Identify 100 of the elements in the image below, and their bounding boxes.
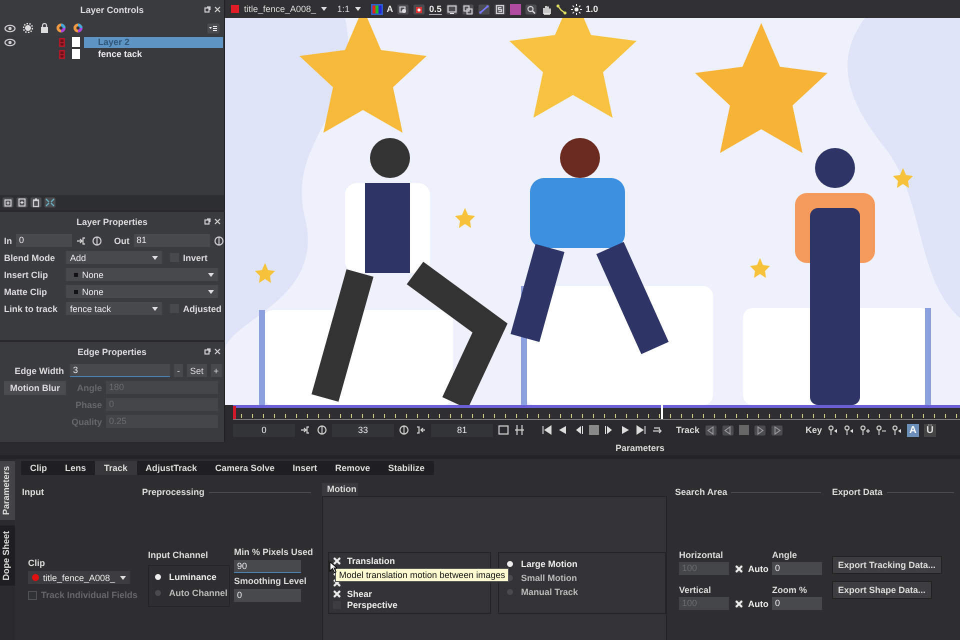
- set-in-icon[interactable]: [300, 425, 312, 435]
- dropdown[interactable]: None: [66, 268, 218, 281]
- motion-blur-button[interactable]: Motion Blur: [4, 380, 66, 394]
- set-in-icon[interactable]: [76, 236, 88, 246]
- input-field[interactable]: 0: [16, 234, 72, 247]
- lock-icon[interactable]: [40, 23, 49, 33]
- side-tab[interactable]: Parameters: [0, 461, 15, 520]
- tab[interactable]: Stabilize: [379, 461, 434, 475]
- new-layer-icon[interactable]: [2, 197, 14, 208]
- motion-tab[interactable]: Motion: [322, 483, 358, 496]
- close-icon[interactable]: [214, 348, 221, 355]
- skip-end-icon[interactable]: [636, 425, 647, 435]
- input-field[interactable]: 3: [70, 364, 170, 377]
- tab[interactable]: Camera Solve: [206, 461, 284, 475]
- track-step-back-icon[interactable]: [722, 424, 734, 436]
- node-path-icon[interactable]: [556, 4, 567, 14]
- export-button[interactable]: Export Tracking Data...: [832, 556, 942, 574]
- key-remove-icon[interactable]: [875, 425, 886, 435]
- step-button[interactable]: Set: [187, 364, 207, 377]
- zoom-dropdown[interactable]: 1:1: [337, 4, 367, 14]
- color-wheel-icon[interactable]: [56, 23, 66, 33]
- fit-icon[interactable]: [44, 197, 56, 208]
- radio-button[interactable]: [155, 590, 161, 596]
- eye-icon[interactable]: [4, 24, 16, 32]
- in-point-icon[interactable]: [92, 236, 102, 246]
- key-toggle[interactable]: Ü: [924, 424, 936, 436]
- input-field[interactable]: 81: [134, 234, 210, 247]
- alpha-channel-button[interactable]: A: [386, 4, 394, 14]
- input-field[interactable]: 90: [234, 560, 301, 573]
- color-swatch-icon[interactable]: [510, 4, 521, 14]
- loop-icon[interactable]: [652, 425, 663, 435]
- float-icon[interactable]: [204, 218, 211, 225]
- opacity-value[interactable]: 0.5: [429, 4, 442, 14]
- tab[interactable]: AdjustTrack: [136, 461, 206, 475]
- hand-icon[interactable]: [540, 4, 552, 14]
- radio-button[interactable]: [155, 574, 161, 580]
- side-tab[interactable]: Dope Sheet: [0, 526, 15, 586]
- clip-dropdown[interactable]: title_fence_A008_: [28, 571, 130, 584]
- play-reverse-icon[interactable]: [557, 425, 568, 435]
- track-step-forward-icon[interactable]: [754, 424, 766, 436]
- float-icon[interactable]: [204, 348, 211, 355]
- fit-range-icon[interactable]: [498, 425, 509, 435]
- tab[interactable]: Lens: [56, 461, 96, 475]
- add-layer-icon[interactable]: [16, 197, 28, 208]
- step-button[interactable]: -: [174, 364, 183, 377]
- range-icon[interactable]: [514, 425, 525, 435]
- radio-button[interactable]: [506, 561, 513, 567]
- key-next-icon[interactable]: [843, 425, 854, 435]
- mask-icon[interactable]: [413, 4, 426, 14]
- input-field[interactable]: 0: [772, 562, 822, 575]
- key-prev-icon[interactable]: [827, 425, 838, 435]
- color-swatch[interactable]: [72, 49, 80, 59]
- export-button[interactable]: Export Shape Data...: [832, 581, 932, 599]
- tab[interactable]: Insert: [284, 461, 326, 475]
- key-add-icon[interactable]: [859, 425, 870, 435]
- layer-name[interactable]: fence tack: [84, 48, 223, 60]
- dropdown[interactable]: None: [66, 285, 218, 298]
- play-icon[interactable]: [620, 425, 631, 435]
- dropdown[interactable]: Add: [66, 251, 162, 264]
- input-field[interactable]: 0: [234, 589, 301, 602]
- track-back-icon[interactable]: [704, 424, 717, 436]
- tab[interactable]: Remove: [326, 461, 380, 475]
- gear-icon[interactable]: [23, 23, 33, 33]
- input-field[interactable]: 33: [332, 424, 394, 436]
- clip-dropdown[interactable]: title_fence_A008_: [231, 4, 334, 14]
- dropdown[interactable]: fence tack: [66, 302, 162, 315]
- s-frame-icon[interactable]: [494, 4, 506, 14]
- zoom-frame-icon[interactable]: [524, 4, 537, 14]
- stop-icon[interactable]: [738, 425, 749, 435]
- out-point-icon[interactable]: [214, 236, 224, 246]
- color-wheel-icon[interactable]: [73, 23, 83, 33]
- tab[interactable]: Clip: [21, 461, 56, 475]
- list-menu-icon[interactable]: [207, 22, 220, 34]
- tab[interactable]: Track: [95, 461, 137, 475]
- playhead[interactable]: [660, 405, 663, 419]
- close-icon[interactable]: [214, 6, 221, 13]
- brightness-icon[interactable]: [570, 4, 582, 14]
- overlay-icon[interactable]: [397, 4, 410, 14]
- monitor-icon[interactable]: [446, 4, 458, 14]
- color-swatch[interactable]: [72, 37, 80, 47]
- set-out-icon[interactable]: [414, 425, 426, 435]
- input-field[interactable]: 0: [772, 597, 822, 610]
- input-field[interactable]: 0: [233, 424, 295, 436]
- checkbox[interactable]: [333, 590, 341, 598]
- step-button[interactable]: +: [210, 364, 222, 377]
- trash-icon[interactable]: [30, 197, 42, 208]
- key-all-icon[interactable]: [891, 425, 902, 435]
- rgb-channels-icon[interactable]: [370, 4, 383, 14]
- float-icon[interactable]: [204, 6, 211, 13]
- skip-start-icon[interactable]: [541, 425, 552, 435]
- in-point-icon[interactable]: [317, 425, 327, 435]
- eye-icon[interactable]: [4, 38, 16, 46]
- track-forward-icon[interactable]: [770, 424, 783, 436]
- input-field[interactable]: 81: [431, 424, 493, 436]
- close-icon[interactable]: [214, 218, 221, 225]
- spline-icon[interactable]: [478, 4, 490, 14]
- checkbox[interactable]: [333, 556, 341, 565]
- out-point-icon[interactable]: [399, 425, 409, 435]
- radio-button[interactable]: [506, 589, 513, 595]
- timeline-ruler[interactable]: [233, 405, 960, 420]
